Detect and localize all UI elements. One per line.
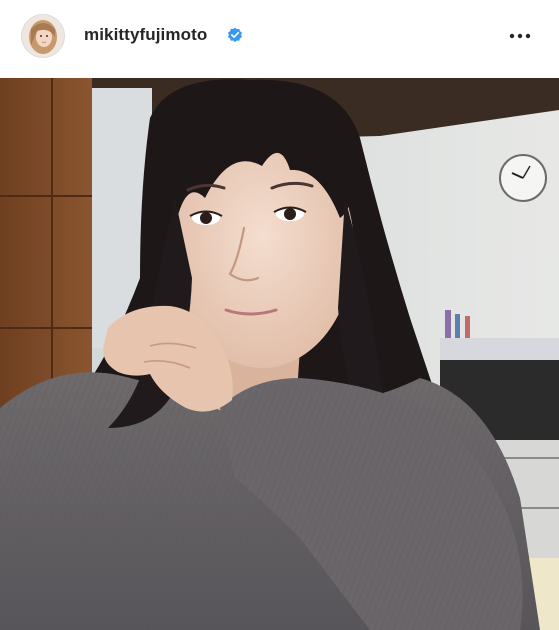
verified-badge-icon [227,27,243,43]
post-photo[interactable] [0,78,559,630]
avatar-image [22,15,64,57]
wall-clock [499,154,547,202]
selfie-photo [0,78,559,630]
instagram-post: mikittyfujimoto [0,0,559,630]
post-header: mikittyfujimoto [0,0,559,76]
more-options-button[interactable] [505,24,535,48]
username-link[interactable]: mikittyfujimoto [84,25,207,45]
more-options-icon [509,33,531,39]
avatar[interactable] [21,14,65,58]
